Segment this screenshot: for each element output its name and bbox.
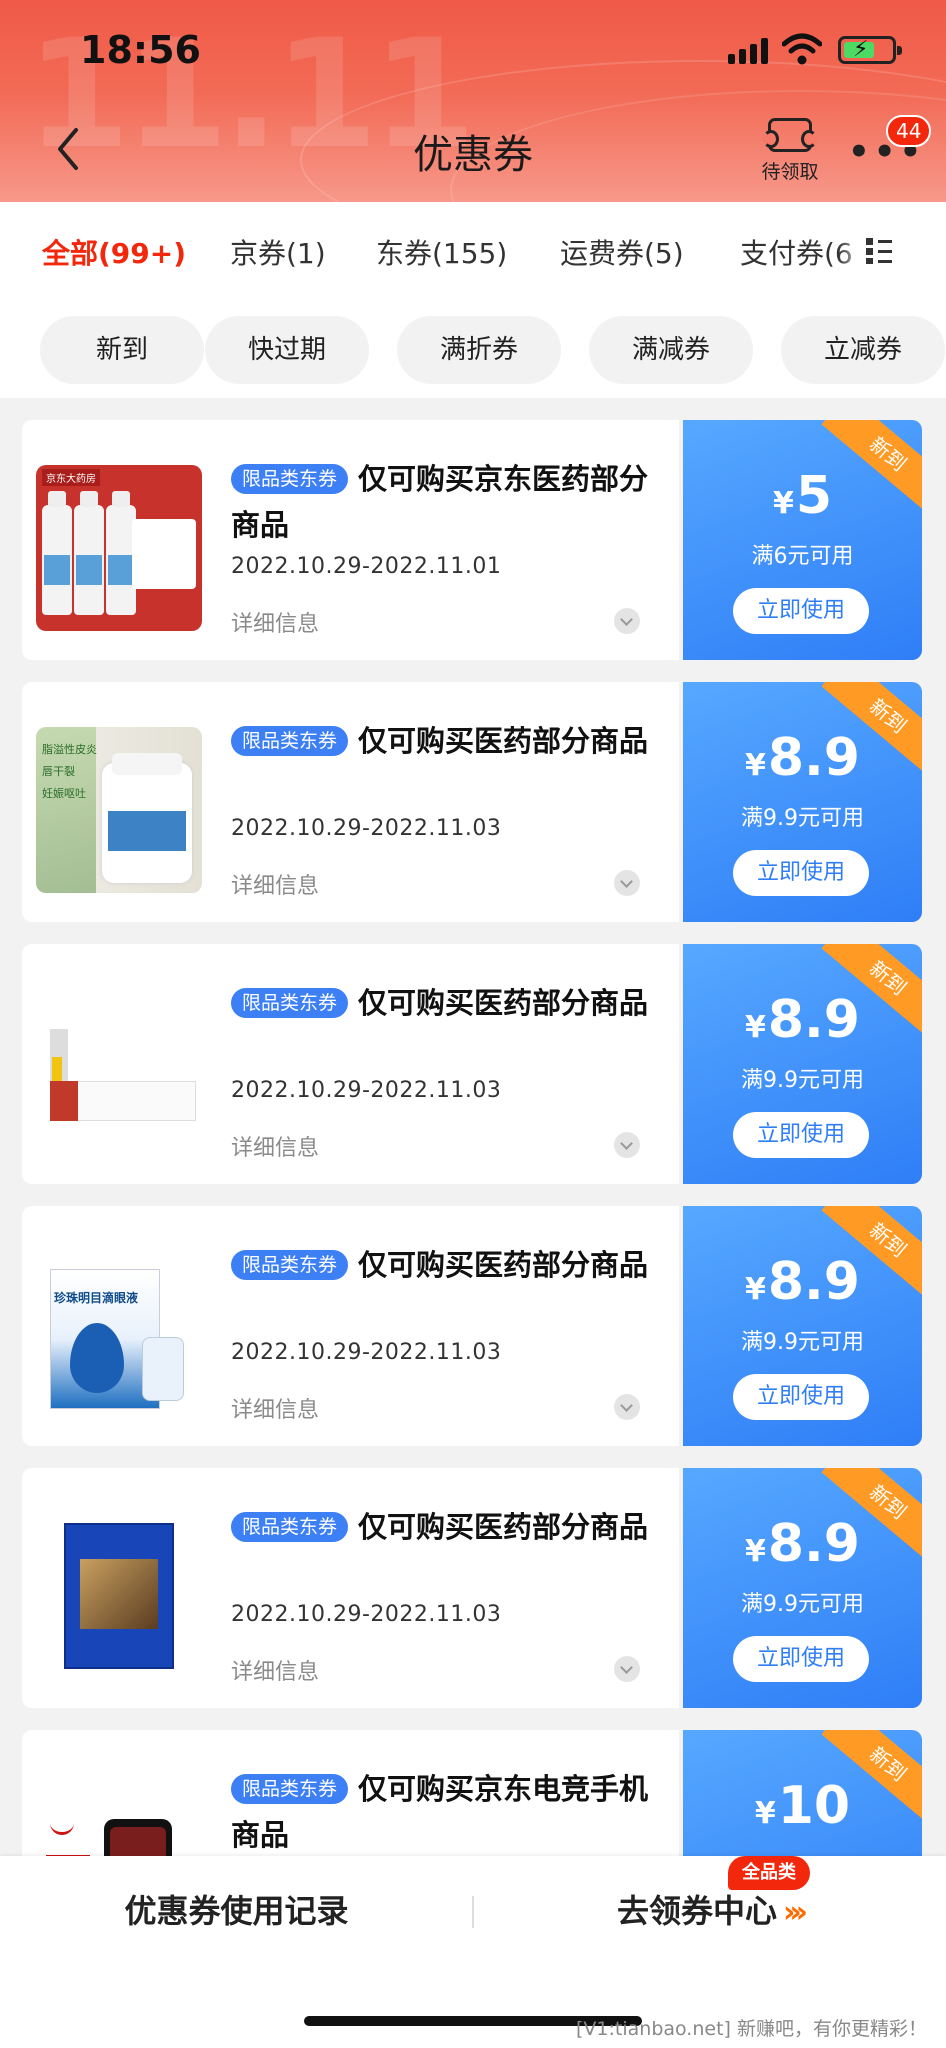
coupon-amount: ¥8.9 [745, 728, 860, 788]
chevron-down-icon[interactable] [614, 1394, 640, 1420]
coupon-amount: ¥10 [754, 1776, 851, 1836]
coupon-condition: 满9.9元可用 [741, 1068, 864, 1093]
notification-badge: 44 [886, 115, 932, 147]
use-now-button[interactable]: 立即使用 [733, 1636, 869, 1682]
filter-chips: 新到 快过期 满折券 满减券 立减券 [0, 298, 946, 398]
all-category-badge: 全品类 [728, 1856, 810, 1890]
ticket-icon [763, 118, 817, 152]
watermark-text: [V1:tianbao.net] 新赚吧，有你更精彩！ [576, 2018, 927, 2040]
coupon-condition: 满9.9元可用 [741, 806, 864, 831]
coupon-amount: ¥8.9 [745, 990, 860, 1050]
filter-threshold-discount[interactable]: 满减券 [589, 316, 753, 384]
coupon-title: 仅可购买医药部分商品 [358, 1510, 649, 1544]
coupon-validity-date: 2022.10.29-2022.11.03 [231, 1602, 502, 1627]
tab-dong-coupon[interactable]: 东券(155) [376, 232, 507, 272]
chevron-down-icon[interactable] [614, 1656, 640, 1682]
coupon-title: 仅可购买医药部分商品 [358, 1248, 649, 1282]
coupon-category-tag: 限品类东券 [231, 1250, 349, 1280]
coupon-condition: 满6元可用 [751, 544, 854, 569]
coupon-card: 京东大药房 限品类东券 仅可购买京东医药部分商品 2022.10.29-2022.… [22, 420, 922, 660]
pending-coupons-button[interactable]: 待领取 [756, 118, 824, 184]
coupon-validity-date: 2022.10.29-2022.11.03 [231, 1340, 502, 1365]
chevron-down-icon[interactable] [614, 608, 640, 634]
coupon-usage-records-button[interactable]: 优惠券使用记录 [0, 1856, 473, 1966]
header: 11.11 18:56 ⚡ 优惠券 待领取 ••• 44 [0, 0, 946, 202]
coupon-amount: ¥8.9 [745, 1252, 860, 1312]
coupon-category-tag: 限品类东券 [231, 726, 349, 756]
coupon-detail-link[interactable]: 详细信息 [231, 1392, 319, 1424]
wifi-icon [782, 33, 822, 65]
coupon-category-tag: 限品类东券 [231, 988, 349, 1018]
filter-discount-rate[interactable]: 满折券 [397, 316, 561, 384]
filter-instant-discount[interactable]: 立减券 [781, 316, 945, 384]
coupon-amount: ¥8.9 [745, 1514, 860, 1574]
coupon-category-tag: 限品类东券 [231, 464, 349, 494]
pending-label: 待领取 [761, 161, 819, 183]
product-image: 京东大药房 [36, 465, 202, 631]
coupon-card: 限品类东券 仅可购买医药部分商品 2022.10.29-2022.11.03 详细… [22, 944, 922, 1184]
coupon-type-tabs: 全部(99+) 京券(1) 东券(155) 运费券(5) 支付券(6 [0, 202, 946, 298]
coupon-category-tag: 限品类东券 [231, 1774, 349, 1804]
cellular-signal-icon [728, 38, 770, 64]
tab-shipping-coupon[interactable]: 运费券(5) [560, 232, 684, 272]
coupon-detail-link[interactable]: 详细信息 [231, 868, 319, 900]
battery-charging-icon: ⚡ [838, 36, 902, 64]
coupon-detail-link[interactable]: 详细信息 [231, 1130, 319, 1162]
tab-all[interactable]: 全部(99+) [42, 232, 186, 272]
coupon-center-button[interactable]: 去领券中心 ››› [473, 1856, 946, 1966]
use-now-button[interactable]: 立即使用 [733, 588, 869, 634]
chevron-down-icon[interactable] [614, 1132, 640, 1158]
all-categories-icon[interactable] [866, 238, 894, 264]
filter-expiring[interactable]: 快过期 [205, 316, 369, 384]
coupon-category-tag: 限品类东券 [231, 1512, 349, 1542]
double-chevron-right-icon: ››› [782, 1895, 808, 1930]
coupon-title: 仅可购买医药部分商品 [358, 724, 649, 758]
coupon-validity-date: 2022.10.29-2022.11.03 [231, 1078, 502, 1103]
chevron-down-icon[interactable] [614, 870, 640, 896]
product-image [36, 1513, 202, 1679]
product-image [36, 989, 202, 1155]
coupon-validity-date: 2022.10.29-2022.11.01 [231, 554, 502, 579]
coupon-detail-link[interactable]: 详细信息 [231, 1654, 319, 1686]
tab-jd-coupon[interactable]: 京券(1) [230, 232, 326, 272]
coupon-condition: 满9.9元可用 [741, 1330, 864, 1355]
coupon-card: 脂溢性皮炎 唇干裂 妊娠呕吐 限品类东券 仅可购买医药部分商品 2022.10.2… [22, 682, 922, 922]
coupon-validity-date: 2022.10.29-2022.11.03 [231, 816, 502, 841]
filter-new[interactable]: 新到 [40, 316, 204, 384]
tab-payment-coupon[interactable]: 支付券(6 [740, 232, 852, 272]
product-image: 脂溢性皮炎 唇干裂 妊娠呕吐 [36, 727, 202, 893]
coupon-card: 珍珠明目滴眼液 限品类东券 仅可购买医药部分商品 2022.10.29-2022.… [22, 1206, 922, 1446]
coupon-amount: ¥5 [772, 466, 833, 526]
coupon-card: 限品类东券 仅可购买医药部分商品 2022.10.29-2022.11.03 详细… [22, 1468, 922, 1708]
use-now-button[interactable]: 立即使用 [733, 850, 869, 896]
use-now-button[interactable]: 立即使用 [733, 1374, 869, 1420]
use-now-button[interactable]: 立即使用 [733, 1112, 869, 1158]
status-time: 18:56 [80, 28, 201, 72]
coupon-condition: 满9.9元可用 [741, 1592, 864, 1617]
product-image: 珍珠明目滴眼液 [36, 1251, 202, 1417]
coupon-title: 仅可购买医药部分商品 [358, 986, 649, 1020]
coupon-detail-link[interactable]: 详细信息 [231, 606, 319, 638]
